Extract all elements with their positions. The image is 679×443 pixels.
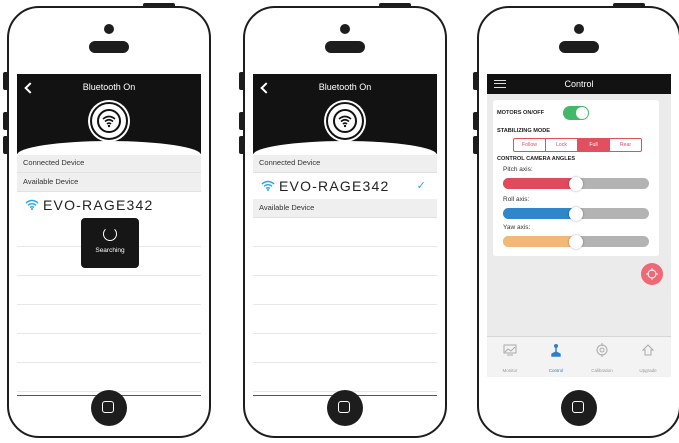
mode-lock-button[interactable]: Lock	[546, 139, 578, 151]
roll-axis-label: Roll axis:	[503, 196, 530, 203]
bottom-tab-bar: Monitor Control Calibration Upgrade	[487, 336, 671, 377]
available-device-header: Available Device	[17, 173, 201, 192]
control-header: Control	[487, 74, 671, 94]
searching-overlay: Searching	[81, 218, 139, 268]
tab-label: Control	[548, 368, 564, 373]
bluetooth-header: Bluetooth On	[17, 74, 201, 155]
roll-axis-slider[interactable]	[503, 206, 649, 221]
pitch-axis-label: Pitch axis:	[503, 166, 533, 173]
home-button[interactable]	[561, 390, 597, 426]
home-button[interactable]	[91, 390, 127, 426]
tab-label: Calibration	[591, 368, 613, 373]
pitch-axis-slider[interactable]	[503, 176, 649, 191]
header-title: Bluetooth On	[318, 82, 372, 92]
yaw-axis-label: Yaw axis:	[503, 224, 531, 231]
tab-upgrade[interactable]: Upgrade	[625, 337, 671, 377]
wifi-logo-icon	[102, 115, 116, 128]
header-title: Bluetooth On	[82, 82, 136, 92]
slider-fill	[503, 208, 576, 219]
control-body: MOTORS ON/OFF STABILIZING MODE Follow Lo…	[487, 94, 671, 356]
connected-device-item[interactable]: EVO-RAGE342 ✓	[253, 173, 437, 199]
mode-rear-button[interactable]: Rear	[610, 139, 641, 151]
control-card: MOTORS ON/OFF STABILIZING MODE Follow Lo…	[493, 100, 659, 256]
earpiece-speaker	[89, 41, 129, 53]
motors-label: MOTORS ON/OFF	[497, 110, 545, 116]
wifi-icon	[261, 180, 275, 191]
slider-fill	[503, 236, 576, 247]
brand-logo	[90, 102, 128, 140]
loading-spinner-icon	[103, 227, 117, 241]
connected-check-icon: ✓	[416, 180, 427, 192]
earpiece-speaker	[559, 41, 599, 53]
available-device-header: Available Device	[253, 199, 437, 218]
connected-device-header: Connected Device	[253, 154, 437, 173]
wifi-icon	[25, 199, 39, 210]
tab-control[interactable]: Control	[533, 337, 579, 377]
bluetooth-searching-screen: Bluetooth On Connected Device Available …	[17, 74, 201, 396]
recenter-button[interactable]	[641, 263, 663, 285]
mode-follow-button[interactable]: Follow	[514, 139, 546, 151]
earpiece-speaker	[325, 41, 365, 53]
phone-frame-3: Control MOTORS ON/OFF STABILIZING MODE F…	[473, 3, 679, 438]
searching-label: Searching	[95, 247, 125, 254]
motors-toggle[interactable]	[563, 106, 589, 120]
stabilizing-mode-selector: Follow Lock Full Rear	[513, 138, 642, 152]
target-icon	[596, 343, 608, 357]
slider-knob[interactable]	[569, 176, 583, 191]
slider-fill	[503, 178, 576, 189]
stabilizing-label: STABILIZING MODE	[497, 128, 551, 134]
toggle-knob	[576, 107, 588, 119]
slider-knob[interactable]	[569, 234, 583, 249]
phone-frame-1: Bluetooth On Connected Device Available …	[3, 3, 211, 438]
device-name: EVO-RAGE342	[279, 178, 390, 194]
home-button[interactable]	[327, 390, 363, 426]
slider-knob[interactable]	[569, 206, 583, 221]
phone-frame-2: Bluetooth On Connected Device EVO-RAGE34…	[239, 3, 447, 438]
front-camera	[340, 24, 350, 34]
upgrade-icon	[641, 344, 655, 356]
tab-calibration[interactable]: Calibration	[579, 337, 625, 377]
tab-label: Monitor	[502, 368, 518, 373]
tab-monitor[interactable]: Monitor	[487, 337, 533, 377]
crosshair-icon	[646, 268, 658, 280]
control-screen: Control MOTORS ON/OFF STABILIZING MODE F…	[487, 74, 671, 396]
device-list-item[interactable]: EVO-RAGE342	[17, 192, 201, 218]
wifi-logo-icon	[338, 115, 352, 128]
front-camera	[574, 24, 584, 34]
yaw-axis-slider[interactable]	[503, 234, 649, 249]
device-name: EVO-RAGE342	[43, 197, 154, 213]
angles-label: CONTROL CAMERA ANGLES	[497, 156, 576, 162]
bluetooth-header: Bluetooth On	[253, 74, 437, 155]
tab-label: Upgrade	[639, 368, 657, 373]
connected-device-header: Connected Device	[17, 154, 201, 173]
monitor-icon	[503, 344, 517, 356]
bluetooth-connected-screen: Bluetooth On Connected Device EVO-RAGE34…	[253, 74, 437, 396]
gimbal-icon	[551, 344, 561, 357]
header-title: Control	[564, 79, 594, 89]
brand-logo	[326, 102, 364, 140]
front-camera	[104, 24, 114, 34]
mode-full-button[interactable]: Full	[578, 139, 610, 151]
